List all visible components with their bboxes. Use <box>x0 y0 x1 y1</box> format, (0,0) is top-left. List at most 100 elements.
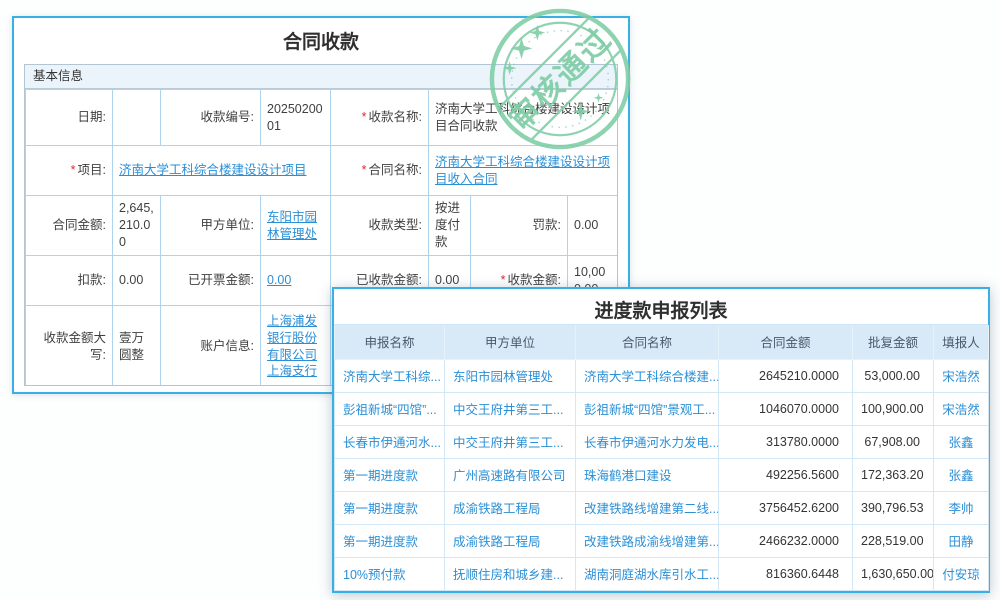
cell-contract-amount: 1046070.0000 <box>719 392 853 425</box>
cell-party-a[interactable]: 东阳市园林管理处 <box>445 359 576 392</box>
cell-filler[interactable]: 李帅 <box>934 491 989 524</box>
cell-party-a[interactable]: 成渝铁路工程局 <box>445 491 576 524</box>
cell-approved-amount: 228,519.00 <box>853 524 934 557</box>
cell-contract-amount: 2645210.0000 <box>719 359 853 392</box>
contract-amount-value: 2,645,210.00 <box>113 196 161 256</box>
account-label: 账户信息: <box>161 306 261 387</box>
cell-contract-name[interactable]: 改建铁路成渝线增建第... <box>576 524 719 557</box>
col-header-approved-amount: 批复金额 <box>853 325 934 359</box>
cell-declaration-name[interactable]: 济南大学工科综... <box>335 359 445 392</box>
table-row: 第一期进度款广州高速路有限公司珠海鹤港口建设492256.5600172,363… <box>335 458 989 491</box>
cell-contract-amount: 492256.5600 <box>719 458 853 491</box>
cell-contract-name[interactable]: 湖南洞庭湖水库引水工... <box>576 557 719 590</box>
table-row: 济南大学工科综...东阳市园林管理处济南大学工科综合楼建...2645210.0… <box>335 359 989 392</box>
cell-contract-name[interactable]: 珠海鹤港口建设 <box>576 458 719 491</box>
cell-contract-amount: 3756452.6200 <box>719 491 853 524</box>
required-mark: * <box>362 110 367 124</box>
project-label: *项目: <box>26 146 113 196</box>
col-header-declaration-name: 申报名称 <box>335 325 445 359</box>
cell-contract-amount: 313780.0000 <box>719 425 853 458</box>
cell-contract-amount: 2466232.0000 <box>719 524 853 557</box>
cell-contract-name[interactable]: 长春市伊通河水力发电... <box>576 425 719 458</box>
date-label: 日期: <box>26 90 113 146</box>
form-row-3: 合同金额: 2,645,210.00 甲方单位: 东阳市园林管理处 收款类型: … <box>26 196 618 256</box>
receipt-name-label: *收款名称: <box>331 90 429 146</box>
cell-declaration-name[interactable]: 第一期进度款 <box>335 491 445 524</box>
amount-words-value: 壹万圆整 <box>113 306 161 387</box>
list-panel-title: 进度款申报列表 <box>334 289 988 325</box>
cell-party-a[interactable]: 广州高速路有限公司 <box>445 458 576 491</box>
progress-payment-table: 申报名称 甲方单位 合同名称 合同金额 批复金额 填报人 济南大学工科综...东… <box>334 325 989 591</box>
cell-filler[interactable]: 宋浩然 <box>934 392 989 425</box>
deduction-value: 0.00 <box>113 256 161 306</box>
list-body: 济南大学工科综...东阳市园林管理处济南大学工科综合楼建...2645210.0… <box>335 359 989 590</box>
cell-approved-amount: 1,630,650.00 <box>853 557 934 590</box>
account-info-link[interactable]: 上海浦发银行股份有限公司上海支行 <box>267 314 317 379</box>
col-header-contract-name: 合同名称 <box>576 325 719 359</box>
cell-filler[interactable]: 张鑫 <box>934 458 989 491</box>
col-header-filler: 填报人 <box>934 325 989 359</box>
table-row: 长春市伊通河水...中交王府井第三工...长春市伊通河水力发电...313780… <box>335 425 989 458</box>
cell-approved-amount: 67,908.00 <box>853 425 934 458</box>
cell-contract-name[interactable]: 改建铁路线增建第二线... <box>576 491 719 524</box>
amount-words-label: 收款金额大写: <box>26 306 113 387</box>
cell-contract-name[interactable]: 彭祖新城“四馆”景观工... <box>576 392 719 425</box>
table-row: 第一期进度款成渝铁路工程局改建铁路线增建第二线...3756452.620039… <box>335 491 989 524</box>
form-row-1: 日期: 收款编号: 2025020001 *收款名称: 济南大学工科综合楼建设设… <box>26 90 618 146</box>
party-a-value-cell: 东阳市园林管理处 <box>261 196 331 256</box>
cell-declaration-name[interactable]: 长春市伊通河水... <box>335 425 445 458</box>
cell-party-a[interactable]: 中交王府井第三工... <box>445 392 576 425</box>
cell-party-a[interactable]: 抚顺住房和城乡建... <box>445 557 576 590</box>
deduction-label: 扣款: <box>26 256 113 306</box>
contract-name-label: *合同名称: <box>331 146 429 196</box>
required-mark: * <box>501 273 506 287</box>
progress-payment-list-panel: 进度款申报列表 申报名称 甲方单位 合同名称 合同金额 批复金额 填报人 济南大… <box>332 287 990 593</box>
form-panel-title: 合同收款 <box>14 18 628 64</box>
receipt-name-value: 济南大学工科综合楼建设设计项目合同收款 <box>429 90 618 146</box>
penalty-value: 0.00 <box>568 196 618 256</box>
form-row-2: *项目: 济南大学工科综合楼建设设计项目 *合同名称: 济南大学工科综合楼建设设… <box>26 146 618 196</box>
cell-contract-amount: 816360.6448 <box>719 557 853 590</box>
required-mark: * <box>71 163 76 177</box>
contract-amount-label: 合同金额: <box>26 196 113 256</box>
cell-party-a[interactable]: 成渝铁路工程局 <box>445 524 576 557</box>
receipt-type-label: 收款类型: <box>331 196 429 256</box>
invoiced-value-cell: 0.00 <box>261 256 331 306</box>
cell-party-a[interactable]: 中交王府井第三工... <box>445 425 576 458</box>
receipt-type-value: 按进度付款 <box>429 196 471 256</box>
project-value-cell: 济南大学工科综合楼建设设计项目 <box>113 146 331 196</box>
party-a-label: 甲方单位: <box>161 196 261 256</box>
table-header-row: 申报名称 甲方单位 合同名称 合同金额 批复金额 填报人 <box>335 325 989 359</box>
cell-approved-amount: 390,796.53 <box>853 491 934 524</box>
cell-declaration-name[interactable]: 10%预付款 <box>335 557 445 590</box>
table-row: 彭祖新城“四馆”...中交王府井第三工...彭祖新城“四馆”景观工...1046… <box>335 392 989 425</box>
section-header-basic-info: 基本信息 <box>25 65 617 89</box>
cell-filler[interactable]: 宋浩然 <box>934 359 989 392</box>
receipt-no-label: 收款编号: <box>161 90 261 146</box>
account-value-cell: 上海浦发银行股份有限公司上海支行 <box>261 306 331 387</box>
cell-filler[interactable]: 付安琼 <box>934 557 989 590</box>
cell-declaration-name[interactable]: 第一期进度款 <box>335 524 445 557</box>
contract-name-link[interactable]: 济南大学工科综合楼建设设计项目收入合同 <box>435 155 610 186</box>
penalty-label: 罚款: <box>471 196 568 256</box>
project-link[interactable]: 济南大学工科综合楼建设设计项目 <box>119 163 307 177</box>
contract-name-value-cell: 济南大学工科综合楼建设设计项目收入合同 <box>429 146 618 196</box>
cell-filler[interactable]: 张鑫 <box>934 425 989 458</box>
cell-declaration-name[interactable]: 第一期进度款 <box>335 458 445 491</box>
receipt-no-value: 2025020001 <box>261 90 331 146</box>
party-a-link[interactable]: 东阳市园林管理处 <box>267 210 317 241</box>
cell-filler[interactable]: 田静 <box>934 524 989 557</box>
col-header-party-a: 甲方单位 <box>445 325 576 359</box>
cell-contract-name[interactable]: 济南大学工科综合楼建... <box>576 359 719 392</box>
cell-approved-amount: 53,000.00 <box>853 359 934 392</box>
date-value <box>113 90 161 146</box>
col-header-contract-amount: 合同金额 <box>719 325 853 359</box>
cell-declaration-name[interactable]: 彭祖新城“四馆”... <box>335 392 445 425</box>
table-row: 第一期进度款成渝铁路工程局改建铁路成渝线增建第...2466232.000022… <box>335 524 989 557</box>
required-mark: * <box>362 163 367 177</box>
invoiced-label: 已开票金额: <box>161 256 261 306</box>
invoiced-amount-link[interactable]: 0.00 <box>267 273 291 287</box>
cell-approved-amount: 172,363.20 <box>853 458 934 491</box>
table-row: 10%预付款抚顺住房和城乡建...湖南洞庭湖水库引水工...816360.644… <box>335 557 989 590</box>
cell-approved-amount: 100,900.00 <box>853 392 934 425</box>
